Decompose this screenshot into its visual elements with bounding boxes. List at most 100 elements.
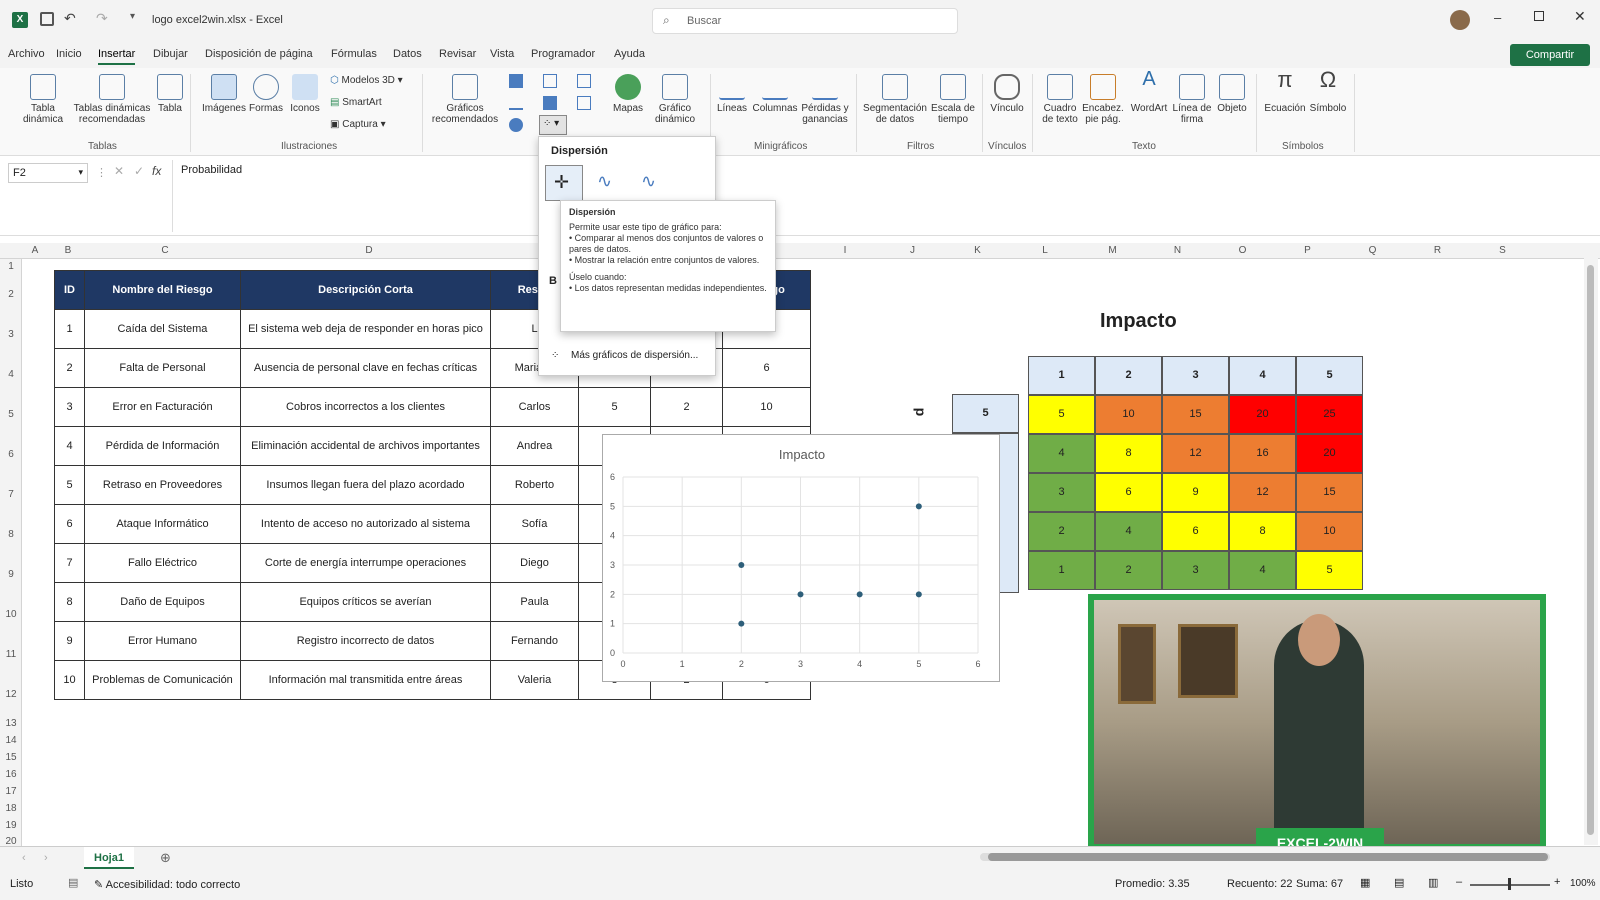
row-header[interactable]: 7 <box>0 475 22 515</box>
avatar[interactable] <box>1450 10 1470 30</box>
column-header[interactable]: A <box>24 245 46 256</box>
row-header[interactable]: 4 <box>0 355 22 395</box>
scatter-option[interactable]: ✛ <box>545 165 583 201</box>
matrix-cell[interactable]: 4 <box>1229 551 1296 590</box>
column-header[interactable]: J <box>880 245 945 256</box>
objeto-button[interactable]: Objeto <box>1214 74 1250 114</box>
table-cell[interactable]: Carlos <box>490 387 579 427</box>
column-chart-icon[interactable] <box>509 74 523 88</box>
table-cell[interactable]: Falta de Personal <box>84 348 241 388</box>
row-header[interactable]: 3 <box>0 315 22 355</box>
row-header[interactable]: 1 <box>0 259 22 275</box>
column-header[interactable]: B <box>46 245 90 256</box>
graficos-recomendados-button[interactable]: Gráficos recomendados <box>430 74 500 125</box>
close-icon[interactable]: ✕ <box>1574 8 1586 25</box>
table-cell[interactable]: 2 <box>650 387 723 427</box>
table-cell[interactable]: 6 <box>54 504 85 544</box>
grafico-dinamico-button[interactable]: Gráfico dinámico <box>650 74 700 125</box>
matrix-cell[interactable]: 15 <box>1296 473 1363 512</box>
menu-vista[interactable]: Vista <box>490 48 514 60</box>
modelos3d-button[interactable]: ⬡ Modelos 3D ▾ <box>330 75 403 86</box>
table-cell[interactable]: Daño de Equipos <box>84 582 241 622</box>
table-cell[interactable]: Intento de acceso no autorizado al siste… <box>240 504 491 544</box>
column-header[interactable]: R <box>1405 245 1470 256</box>
row-header[interactable]: 8 <box>0 515 22 555</box>
row-header[interactable]: 2 <box>0 275 22 315</box>
table-cell[interactable]: 7 <box>54 543 85 583</box>
cancel-icon[interactable]: ✕ <box>114 164 124 178</box>
waterfall-chart-icon[interactable] <box>577 74 591 88</box>
matrix-cell[interactable]: 3 <box>1162 551 1229 590</box>
row-header[interactable]: 9 <box>0 555 22 595</box>
vertical-scroll-thumb[interactable] <box>1587 265 1594 835</box>
table-cell[interactable]: Corte de energía interrumpe operaciones <box>240 543 491 583</box>
row-header[interactable]: 18 <box>0 800 22 817</box>
table-cell[interactable]: Andrea <box>490 426 579 466</box>
table-cell[interactable]: Registro incorrecto de datos <box>240 621 491 661</box>
table-cell[interactable]: Pérdida de Información <box>84 426 241 466</box>
table-cell[interactable]: Sofía <box>490 504 579 544</box>
columnas-button[interactable]: Columnas <box>752 74 798 114</box>
zoom-slider[interactable] <box>1470 878 1550 890</box>
ecuacion-button[interactable]: π Ecuación <box>1262 69 1308 115</box>
row-header[interactable]: 15 <box>0 749 22 766</box>
enter-icon[interactable]: ✓ <box>134 164 144 178</box>
zoom-in-icon[interactable]: + <box>1554 876 1560 888</box>
restore-icon[interactable] <box>1534 11 1544 21</box>
table-cell[interactable]: Ataque Informático <box>84 504 241 544</box>
table-cell[interactable]: Problemas de Comunicación <box>84 660 241 700</box>
captura-button[interactable]: ▣ Captura ▾ <box>330 119 386 130</box>
column-header[interactable]: O <box>1210 245 1275 256</box>
menu-formulas[interactable]: Fórmulas <box>331 48 377 60</box>
matrix-cell[interactable]: 20 <box>1229 395 1296 434</box>
menu-datos[interactable]: Datos <box>393 48 422 60</box>
menu-insertar[interactable]: Insertar <box>98 48 136 65</box>
table-cell[interactable]: 4 <box>54 426 85 466</box>
row-header[interactable]: 6 <box>0 435 22 475</box>
name-box[interactable]: F2 ▾ <box>8 163 88 183</box>
zoom-out-icon[interactable]: – <box>1456 876 1462 888</box>
row-header[interactable]: 14 <box>0 732 22 749</box>
table-cell[interactable]: Error en Facturación <box>84 387 241 427</box>
menu-disposicion[interactable]: Disposición de página <box>205 48 313 60</box>
sheet-tab-hoja1[interactable]: Hoja1 <box>84 847 134 869</box>
page-break-icon[interactable]: ▥ <box>1428 876 1438 889</box>
table-cell[interactable]: Eliminación accidental de archivos impor… <box>240 426 491 466</box>
column-header[interactable]: D <box>240 245 498 256</box>
mapas-button[interactable]: Mapas <box>608 74 648 114</box>
smartart-button[interactable]: ▤ SmartArt <box>330 97 382 108</box>
fx-icon[interactable]: fx <box>152 164 161 178</box>
table-cell[interactable]: Fernando <box>490 621 579 661</box>
table-cell[interactable]: Equipos críticos se averían <box>240 582 491 622</box>
row-header[interactable]: 19 <box>0 817 22 834</box>
column-header[interactable]: I <box>810 245 880 256</box>
horizontal-scrollbar[interactable] <box>980 853 1550 861</box>
column-header[interactable]: C <box>90 245 240 256</box>
more-scatter-link[interactable]: ⁘ Más gráficos de dispersión... <box>545 345 711 367</box>
table-cell[interactable]: 5 <box>578 387 651 427</box>
table-cell[interactable]: Ausencia de personal clave en fechas crí… <box>240 348 491 388</box>
column-header[interactable]: K <box>945 245 1010 256</box>
prev-sheet-icon[interactable]: ‹ <box>22 852 26 864</box>
vertical-scrollbar[interactable] <box>1584 245 1598 845</box>
table-cell[interactable]: 10 <box>54 660 85 700</box>
save-icon[interactable] <box>40 12 54 26</box>
zoom-slider-thumb[interactable] <box>1508 878 1511 890</box>
lineas-button[interactable]: Líneas <box>715 74 749 114</box>
menu-archivo[interactable]: Archivo <box>8 48 45 60</box>
tabla-button[interactable]: Tabla <box>155 74 185 114</box>
row-header[interactable]: 10 <box>0 595 22 635</box>
matrix-cell[interactable]: 4 <box>1095 512 1162 551</box>
table-cell[interactable]: Caída del Sistema <box>84 309 241 349</box>
accessibility-status[interactable]: ✎ Accesibilidad: todo correcto <box>94 878 240 891</box>
table-cell[interactable]: 1 <box>54 309 85 349</box>
linea-firma-button[interactable]: Línea de firma <box>1172 74 1212 125</box>
scatter-chart[interactable]: Impacto 0 1 2 3 4 5 6 0 1 2 3 4 5 6 <box>602 434 1000 682</box>
menu-dibujar[interactable]: Dibujar <box>153 48 188 60</box>
matrix-cell[interactable]: 2 <box>1028 512 1095 551</box>
stat-chart-icon[interactable] <box>543 96 557 110</box>
table-cell[interactable]: Error Humano <box>84 621 241 661</box>
table-cell[interactable]: Roberto <box>490 465 579 505</box>
table-cell[interactable]: Cobros incorrectos a los clientes <box>240 387 491 427</box>
undo-icon[interactable]: ↶ <box>64 10 76 27</box>
